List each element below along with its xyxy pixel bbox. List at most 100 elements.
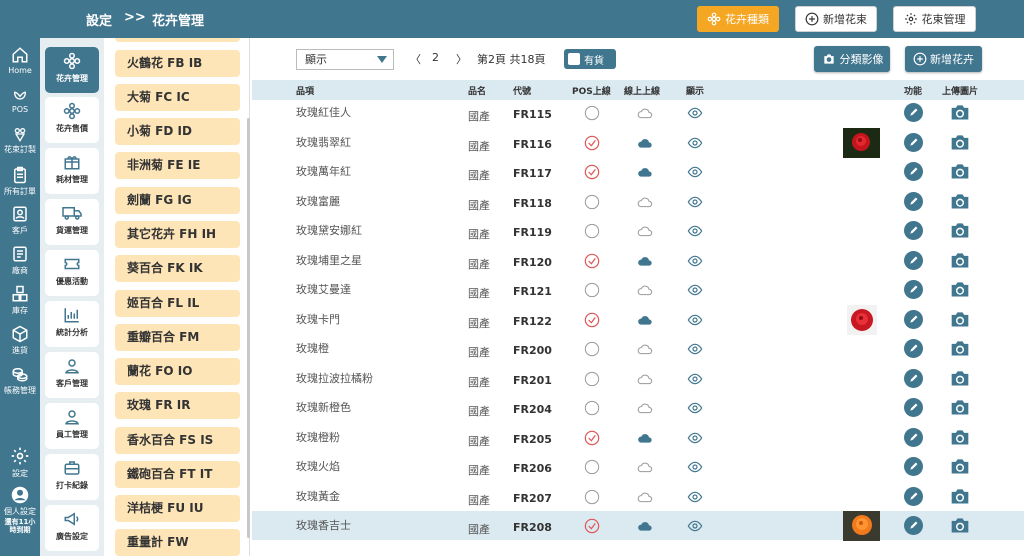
cloud-outline-icon[interactable] — [635, 105, 655, 125]
edit-icon[interactable] — [904, 192, 923, 215]
menu-statistics[interactable]: 統計分析 — [45, 301, 99, 347]
eye-icon[interactable] — [686, 518, 704, 538]
flower-thumbnail[interactable] — [843, 128, 880, 158]
upload-image-icon[interactable] — [949, 132, 971, 156]
rail-bouquet[interactable]: 花束訂製 — [0, 126, 40, 155]
page-number[interactable]: 2 — [432, 51, 439, 64]
category-item[interactable]: 葵百合 FK IK — [115, 255, 240, 282]
edit-icon[interactable] — [904, 103, 923, 126]
eye-icon[interactable] — [686, 194, 704, 214]
pos-checked-icon[interactable] — [584, 312, 600, 332]
pos-unchecked-icon[interactable] — [584, 105, 600, 125]
category-scrollbar[interactable] — [247, 118, 250, 538]
menu-supplies[interactable]: 耗材管理 — [45, 148, 99, 194]
cloud-outline-icon[interactable] — [635, 371, 655, 391]
table-row[interactable]: 玫瑰火焰 國產 FR206 — [252, 452, 1024, 481]
rail-profile[interactable]: 個人設定 — [0, 486, 40, 517]
edit-icon[interactable] — [904, 339, 923, 362]
checkbox[interactable] — [568, 53, 580, 65]
upload-image-icon[interactable] — [949, 486, 971, 510]
table-row[interactable]: 玫瑰黃金 國產 FR207 — [252, 482, 1024, 511]
table-row[interactable]: 玫瑰埔里之星 國產 FR120 — [252, 246, 1024, 275]
upload-image-icon[interactable] — [949, 161, 971, 185]
category-item[interactable]: 洋桔梗 FU IU — [115, 495, 240, 522]
eye-icon[interactable] — [686, 223, 704, 243]
rail-orders[interactable]: 所有訂單 — [0, 166, 40, 197]
cloud-outline-icon[interactable] — [635, 282, 655, 302]
edit-icon[interactable] — [904, 133, 923, 156]
upload-image-icon[interactable] — [949, 191, 971, 215]
category-item[interactable]: 姬百合 FL IL — [115, 290, 240, 317]
pos-checked-icon[interactable] — [584, 518, 600, 538]
upload-image-icon[interactable] — [949, 250, 971, 274]
cloud-outline-icon[interactable] — [635, 489, 655, 509]
edit-icon[interactable] — [904, 280, 923, 303]
rail-home[interactable]: Home — [0, 46, 40, 75]
eye-icon[interactable] — [686, 105, 704, 125]
table-row[interactable]: 玫瑰艾曼達 國產 FR121 — [252, 275, 1024, 304]
eye-icon[interactable] — [686, 489, 704, 509]
category-item[interactable]: 火鶴花 FB IB — [115, 50, 240, 77]
eye-icon[interactable] — [686, 312, 704, 332]
cloud-outline-icon[interactable] — [635, 223, 655, 243]
table-row[interactable]: 玫瑰萬年紅 國產 FR117 — [252, 157, 1024, 186]
pos-unchecked-icon[interactable] — [584, 341, 600, 361]
category-item[interactable]: 其它花卉 FH IH — [115, 221, 240, 248]
table-row[interactable]: 玫瑰拉波拉橘粉 國產 FR201 — [252, 364, 1024, 393]
rail-settings[interactable]: 設定 — [0, 446, 40, 479]
rail-customer[interactable]: 客戶 — [0, 205, 40, 236]
upload-image-icon[interactable] — [949, 102, 971, 126]
table-row[interactable]: 玫瑰新橙色 國產 FR204 — [252, 393, 1024, 422]
edit-icon[interactable] — [904, 310, 923, 333]
category-item[interactable]: 玫瑰 FR IR — [115, 392, 240, 419]
pos-unchecked-icon[interactable] — [584, 223, 600, 243]
pos-checked-icon[interactable] — [584, 253, 600, 273]
rail-purchase[interactable]: 進貨 — [0, 325, 40, 356]
menu-customers[interactable]: 客戶管理 — [45, 352, 99, 398]
table-row[interactable]: 玫瑰卡門 國產 FR122 — [252, 305, 1024, 335]
pos-unchecked-icon[interactable] — [584, 459, 600, 479]
edit-icon[interactable] — [904, 369, 923, 392]
flower-thumbnail[interactable] — [843, 511, 880, 541]
cloud-filled-icon[interactable] — [635, 253, 655, 273]
table-row[interactable]: 玫瑰翡翠紅 國產 FR116 — [252, 128, 1024, 158]
upload-image-icon[interactable] — [949, 397, 971, 421]
edit-icon[interactable] — [904, 457, 923, 480]
cloud-filled-icon[interactable] — [635, 430, 655, 450]
eye-icon[interactable] — [686, 253, 704, 273]
rail-pos[interactable]: POS — [0, 87, 40, 114]
table-row[interactable]: 玫瑰橙粉 國產 FR205 — [252, 423, 1024, 452]
eye-icon[interactable] — [686, 371, 704, 391]
cloud-filled-icon[interactable] — [635, 518, 655, 538]
upload-image-icon[interactable] — [949, 427, 971, 451]
eye-icon[interactable] — [686, 430, 704, 450]
in-stock-toggle[interactable]: 有貨 — [564, 49, 616, 69]
edit-icon[interactable] — [904, 516, 923, 539]
edit-icon[interactable] — [904, 162, 923, 185]
breadcrumb-root[interactable]: 設定 — [86, 10, 112, 29]
pos-checked-icon[interactable] — [584, 430, 600, 450]
category-item-partial[interactable] — [115, 38, 240, 42]
pos-checked-icon[interactable] — [584, 135, 600, 155]
rail-vendor[interactable]: 廠商 — [0, 245, 40, 276]
table-row[interactable]: 玫瑰香吉士 國產 FR208 — [252, 511, 1024, 541]
table-row[interactable]: 玫瑰橙 國產 FR200 — [252, 334, 1024, 363]
next-page-button[interactable]: 〉 — [456, 51, 467, 67]
pos-unchecked-icon[interactable] — [584, 282, 600, 302]
menu-shipping[interactable]: 貨運管理 — [45, 199, 99, 245]
eye-icon[interactable] — [686, 459, 704, 479]
edit-icon[interactable] — [904, 398, 923, 421]
cloud-filled-icon[interactable] — [635, 135, 655, 155]
category-item[interactable]: 劍蘭 FG IG — [115, 187, 240, 214]
category-image-button[interactable]: 分類影像 — [814, 46, 890, 72]
menu-clock-records[interactable]: 打卡紀錄 — [45, 454, 99, 500]
pos-unchecked-icon[interactable] — [584, 194, 600, 214]
category-item[interactable]: 重瓣百合 FM — [115, 324, 240, 351]
pos-unchecked-icon[interactable] — [584, 489, 600, 509]
rail-inventory[interactable]: 庫存 — [0, 285, 40, 316]
bouquet-manage-button[interactable]: 花束管理 — [893, 6, 976, 32]
flower-thumbnail[interactable] — [847, 305, 877, 335]
eye-icon[interactable] — [686, 164, 704, 184]
upload-image-icon[interactable] — [949, 220, 971, 244]
edit-icon[interactable] — [904, 428, 923, 451]
